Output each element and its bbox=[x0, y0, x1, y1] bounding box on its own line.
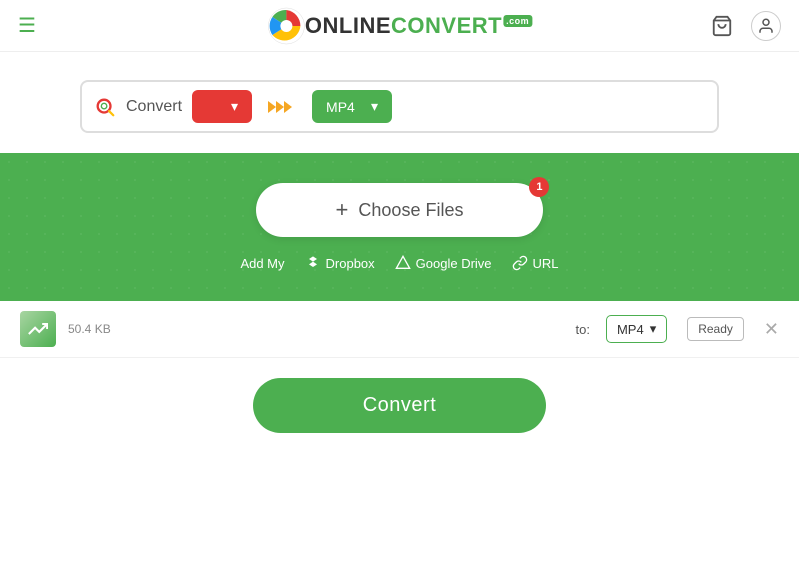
ready-status-badge: Ready bbox=[687, 317, 744, 341]
cart-icon[interactable] bbox=[707, 11, 737, 41]
header: ☰ ONLINECONVERT.com bbox=[0, 0, 799, 52]
from-format-dropdown[interactable]: ▾ bbox=[192, 90, 252, 123]
file-thumbnail bbox=[20, 311, 56, 347]
search-section: Convert ▾ MP4 ▾ bbox=[0, 52, 799, 153]
file-format-value: MP4 bbox=[617, 322, 644, 337]
file-count-badge: 1 bbox=[529, 177, 549, 197]
url-label: URL bbox=[533, 256, 559, 271]
remove-file-button[interactable]: ✕ bbox=[764, 319, 779, 340]
to-format-chevron: ▾ bbox=[371, 98, 378, 115]
user-avatar-icon[interactable] bbox=[751, 11, 781, 41]
choose-files-label: Choose Files bbox=[358, 200, 463, 221]
convert-label: Convert bbox=[126, 98, 182, 116]
from-format-chevron: ▾ bbox=[231, 98, 238, 115]
choose-files-button[interactable]: + Choose Files 1 bbox=[256, 183, 544, 237]
search-icon bbox=[94, 96, 116, 118]
header-left: ☰ bbox=[18, 16, 36, 36]
to-format-dropdown[interactable]: MP4 ▾ bbox=[312, 90, 392, 123]
search-bar: Convert ▾ MP4 ▾ bbox=[80, 80, 719, 133]
file-row: 50.4 KB to: MP4 ▾ Ready ✕ bbox=[0, 301, 799, 358]
logo-text: ONLINECONVERT.com bbox=[305, 13, 532, 39]
url-link[interactable]: URL bbox=[512, 255, 559, 271]
to-format-value: MP4 bbox=[326, 99, 355, 115]
convert-button[interactable]: Convert bbox=[253, 378, 547, 433]
logo-icon bbox=[267, 7, 305, 45]
logo[interactable]: ONLINECONVERT.com bbox=[267, 7, 532, 45]
file-size: 50.4 KB bbox=[68, 322, 118, 336]
convert-section: Convert bbox=[0, 358, 799, 453]
google-drive-label: Google Drive bbox=[416, 256, 492, 271]
to-label: to: bbox=[575, 322, 589, 337]
upload-section: + Choose Files 1 Add My Dropbox Google D… bbox=[0, 153, 799, 301]
add-my-row: Add My Dropbox Google Drive URL bbox=[240, 255, 558, 271]
hamburger-menu-icon[interactable]: ☰ bbox=[18, 16, 36, 36]
google-drive-link[interactable]: Google Drive bbox=[395, 255, 492, 271]
dropbox-label: Dropbox bbox=[326, 256, 375, 271]
dropbox-link[interactable]: Dropbox bbox=[305, 255, 375, 271]
arrow-separator bbox=[262, 97, 302, 117]
add-my-label: Add My bbox=[240, 256, 284, 271]
file-format-dropdown[interactable]: MP4 ▾ bbox=[606, 315, 667, 343]
file-format-chevron: ▾ bbox=[650, 321, 657, 337]
header-right bbox=[707, 11, 781, 41]
plus-icon: + bbox=[336, 197, 349, 223]
